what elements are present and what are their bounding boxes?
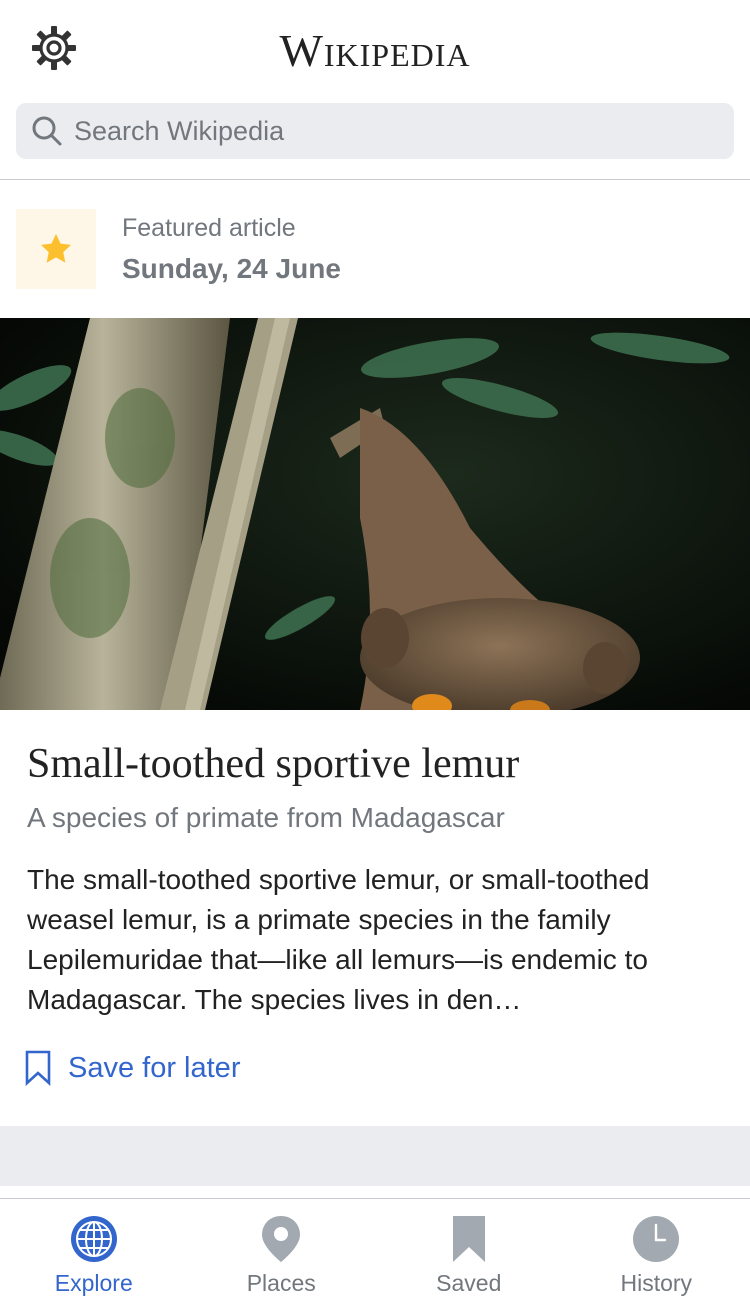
bookmark-icon bbox=[452, 1215, 485, 1262]
article-title[interactable]: Small-toothed sportive lemur bbox=[27, 740, 519, 788]
tab-explore[interactable]: Explore bbox=[0, 1199, 188, 1297]
tab-label: History bbox=[620, 1270, 693, 1296]
star-icon bbox=[40, 233, 72, 263]
top-bar: Wikipedia bbox=[0, 0, 750, 96]
feed-separator bbox=[0, 1126, 750, 1186]
tab-label: Saved bbox=[436, 1270, 502, 1296]
search-icon bbox=[32, 116, 62, 146]
clock-icon bbox=[633, 1215, 680, 1262]
tab-places[interactable]: Places bbox=[188, 1199, 376, 1297]
search-bar[interactable] bbox=[16, 103, 734, 159]
globe-icon bbox=[70, 1215, 117, 1262]
save-for-later-label: Save for later bbox=[68, 1051, 241, 1084]
tab-saved[interactable]: Saved bbox=[375, 1199, 563, 1297]
tab-bar: Explore Places Saved History bbox=[0, 1198, 750, 1297]
tab-label: Places bbox=[246, 1270, 316, 1296]
featured-article-label: Featured article bbox=[122, 214, 296, 242]
wikipedia-wordmark: Wikipedia bbox=[279, 25, 471, 76]
tab-history[interactable]: History bbox=[563, 1199, 750, 1297]
lemur-photo bbox=[0, 318, 750, 710]
article-description: A species of primate from Madagascar bbox=[27, 802, 505, 833]
featured-article-date: Sunday, 24 June bbox=[122, 253, 341, 284]
bookmark-outline-icon bbox=[25, 1050, 51, 1086]
map-pin-icon bbox=[262, 1215, 301, 1262]
save-for-later-button[interactable]: Save for later bbox=[24, 1046, 240, 1090]
search-input[interactable] bbox=[74, 115, 674, 147]
explore-screen: Wikipedia Featured article Sunday, 24 Ju… bbox=[0, 0, 750, 1297]
article-image[interactable] bbox=[0, 318, 750, 710]
featured-star-badge bbox=[16, 209, 96, 289]
article-extract[interactable]: The small-toothed sportive lemur, or sma… bbox=[27, 860, 727, 1020]
tab-label: Explore bbox=[54, 1270, 133, 1296]
featured-article-header: Featured article Sunday, 24 June bbox=[0, 180, 750, 318]
